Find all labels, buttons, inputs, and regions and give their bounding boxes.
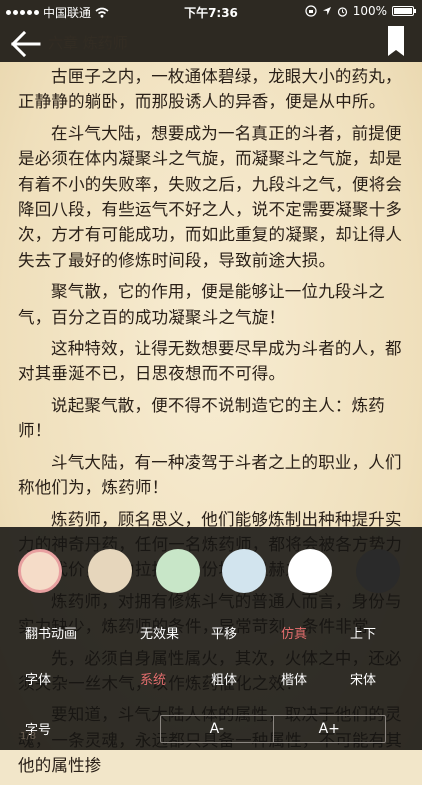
page-number: 1/8 — [20, 731, 37, 742]
background-color-picker — [0, 549, 422, 601]
animation-option-none[interactable]: 无效果 — [140, 623, 179, 642]
page-animation-label: 翻书动画 — [25, 627, 78, 642]
bookmark-icon — [388, 26, 404, 56]
reading-settings-panel: 翻书动画 无效果 平移 仿真 上下 字体 系统 粗体 楷体 宋体 字号 A- A… — [0, 527, 422, 750]
background-color-swatch[interactable] — [288, 549, 332, 593]
paragraph: 这种特效，让得无数想要尽早成为斗者的人，都对其垂涎不已，日思夜想而不可得。 — [18, 339, 402, 384]
font-size-increase-button[interactable]: A+ — [274, 716, 386, 742]
background-color-swatch[interactable] — [356, 549, 400, 593]
paragraph: 聚气散，它的作用，便是能够让一位九段斗之气，百分之百的成功凝聚斗之气旋！ — [18, 282, 385, 327]
page-animation-row: 翻书动画 无效果 平移 仿真 上下 — [0, 619, 422, 643]
battery-percent: 100% — [352, 4, 387, 18]
chapter-title: 六章 炼药师 — [48, 34, 128, 52]
animation-option-slide[interactable]: 平移 — [211, 623, 237, 642]
location-icon — [322, 7, 331, 15]
font-row: 字体 系统 粗体 楷体 宋体 — [0, 665, 422, 689]
background-color-swatch[interactable] — [222, 549, 266, 593]
font-label: 字体 — [25, 673, 52, 688]
back-button[interactable] — [10, 30, 42, 58]
font-option-songti[interactable]: 宋体 — [350, 669, 376, 688]
background-color-swatch[interactable] — [18, 549, 62, 593]
paragraph: 斗气大陆，有一种凌驾于斗者之上的职业，人们称他们为，炼药师！ — [18, 452, 402, 498]
bookmark-button[interactable] — [386, 26, 406, 58]
alarm-icon — [337, 6, 347, 17]
paragraph: 在斗气大陆，想要成为一名真正的斗者，前提便是必须在体内凝聚斗之气旋，而凝聚斗之气… — [18, 123, 403, 270]
font-option-bold[interactable]: 粗体 — [211, 669, 237, 688]
animation-option-vertical[interactable]: 上下 — [350, 623, 376, 642]
status-bar: 中国联通 下午7:36 100% — [0, 0, 422, 22]
paragraph: 古匣子之内，一枚通体碧绿，龙眼大小的药丸，正静静的躺卧，而那股诱人的异香，便是从… — [18, 67, 402, 112]
background-color-swatch[interactable] — [156, 549, 200, 593]
status-right: 100% — [305, 4, 416, 18]
back-arrow-icon — [10, 30, 41, 58]
font-size-decrease-button[interactable]: A- — [161, 716, 273, 742]
animation-option-curl[interactable]: 仿真 — [281, 623, 307, 642]
font-option-system[interactable]: 系统 — [140, 669, 166, 688]
font-option-kaiti[interactable]: 楷体 — [281, 669, 307, 688]
background-color-swatch[interactable] — [88, 549, 132, 593]
orientation-lock-icon — [305, 5, 317, 17]
font-size-control: A- A+ — [160, 715, 386, 743]
battery-icon — [392, 6, 416, 16]
paragraph: 说起聚气散，便不得不说制造它的主人：炼药师！ — [18, 395, 385, 441]
